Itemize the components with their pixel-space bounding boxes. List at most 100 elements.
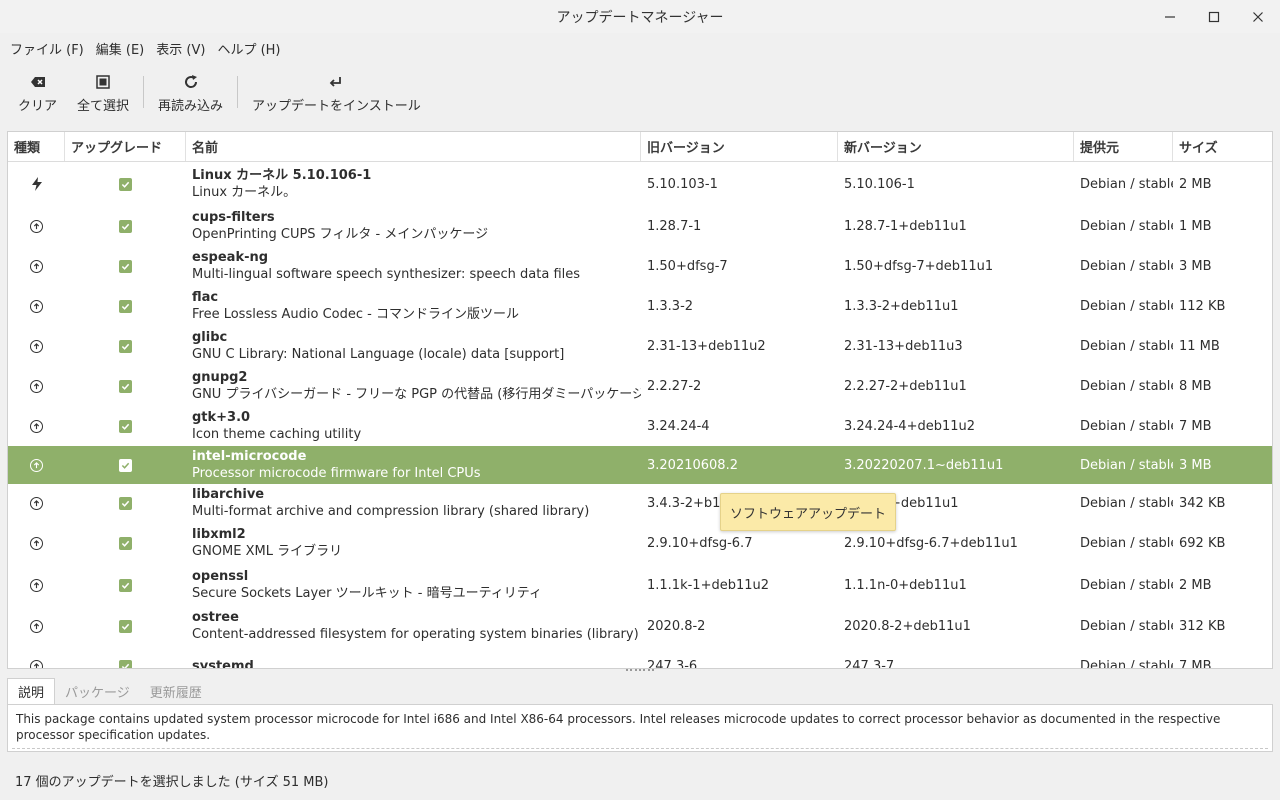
upgrade-icon: [30, 339, 43, 353]
table-row[interactable]: libarchive Multi-format archive and compr…: [8, 484, 1272, 522]
kernel-icon: [31, 177, 42, 191]
name-cell: ostree Content-addressed filesystem for o…: [186, 606, 641, 646]
origin-cell: Debian / stable: [1080, 495, 1173, 511]
package-name: gtk+3.0: [192, 410, 251, 425]
select-all-label: 全て選択: [77, 98, 130, 114]
size-cell: 112 KB: [1179, 298, 1226, 314]
check-icon: [121, 181, 130, 188]
column-type[interactable]: 種類: [8, 132, 65, 161]
toolbar-separator: [143, 76, 145, 108]
package-name: espeak-ng: [192, 250, 269, 265]
package-description: Free Lossless Audio Codec - コマンドライン版ツール: [192, 307, 519, 322]
type-cell: [8, 406, 65, 446]
old-version-cell: 1.1.1k-1+deb11u2: [647, 577, 770, 593]
upgrade-checkbox[interactable]: [119, 578, 132, 592]
name-cell: gnupg2 GNU プライバシーガード - フリーな PGP の代替品 (移行用…: [186, 366, 641, 406]
new-version-cell: 1.50+dfsg-7+deb11u1: [844, 258, 994, 274]
upgrade-checkbox[interactable]: [119, 177, 132, 191]
type-cell: [8, 206, 65, 246]
upgrade-cell: [65, 206, 186, 246]
column-origin[interactable]: 提供元: [1074, 132, 1173, 161]
upgrade-checkbox[interactable]: [119, 419, 132, 433]
divider: [12, 748, 1268, 749]
clear-button[interactable]: クリア: [8, 64, 67, 120]
install-updates-button[interactable]: アップデートをインストール: [242, 64, 431, 120]
upgrade-cell: [65, 446, 186, 484]
size-cell: 1 MB: [1179, 218, 1212, 234]
table-row[interactable]: gnupg2 GNU プライバシーガード - フリーな PGP の代替品 (移行用…: [8, 366, 1272, 406]
tab-description[interactable]: 説明: [7, 678, 56, 704]
title-bar: アップデートマネージャー: [0, 0, 1280, 33]
table-row[interactable]: intel-microcode Processor microcode firmw…: [8, 446, 1272, 484]
menu-view[interactable]: 表示 (V): [150, 39, 211, 58]
size-cell: 2 MB: [1179, 176, 1212, 192]
description-panel: This package contains updated system pro…: [7, 704, 1273, 752]
upgrade-checkbox[interactable]: [119, 536, 132, 550]
column-old-version[interactable]: 旧バージョン: [641, 132, 838, 161]
table-row[interactable]: libxml2 GNOME XML ライブラリ 2.9.10+dfsg-6.7 2.9…: [8, 522, 1272, 564]
upgrade-checkbox[interactable]: [119, 339, 132, 353]
size-cell: 692 KB: [1179, 535, 1226, 551]
tab-packages[interactable]: パッケージ: [55, 678, 140, 704]
select-all-button[interactable]: 全て選択: [67, 64, 139, 120]
window-title: アップデートマネージャー: [556, 9, 724, 26]
description-text: This package contains updated system pro…: [16, 712, 1221, 742]
column-new-version[interactable]: 新バージョン: [838, 132, 1074, 161]
upgrade-checkbox[interactable]: [119, 659, 132, 668]
reload-icon: [183, 71, 199, 93]
check-icon: [121, 383, 130, 390]
table-row[interactable]: ostree Content-addressed filesystem for o…: [8, 606, 1272, 646]
table-row[interactable]: gtk+3.0 Icon theme caching utility 3.24.24…: [8, 406, 1272, 446]
close-icon: [1253, 11, 1263, 22]
size-cell: 3 MB: [1179, 457, 1212, 473]
origin-cell: Debian / stable: [1080, 378, 1173, 394]
menu-file[interactable]: ファイル (F): [4, 39, 90, 58]
maximize-button[interactable]: [1192, 0, 1236, 33]
origin-cell: Debian / stable: [1080, 658, 1173, 669]
upgrade-checkbox[interactable]: [119, 619, 132, 633]
column-size[interactable]: サイズ: [1173, 132, 1272, 161]
column-upgrade[interactable]: アップグレード: [65, 132, 186, 161]
clear-icon: [30, 71, 46, 93]
menu-help[interactable]: ヘルプ (H): [211, 39, 286, 58]
check-icon: [121, 582, 130, 589]
name-cell: flac Free Lossless Audio Codec - コマンドライン版…: [186, 286, 641, 326]
upgrade-icon: [30, 379, 43, 393]
minimize-button[interactable]: [1148, 0, 1192, 33]
select-all-icon: [95, 71, 111, 93]
tooltip: ソフトウェアアップデート: [720, 493, 896, 531]
table-row[interactable]: cups-filters OpenPrinting CUPS フィルタ - メイン…: [8, 206, 1272, 246]
type-cell: [8, 646, 65, 668]
table-row[interactable]: flac Free Lossless Audio Codec - コマンドライン版…: [8, 286, 1272, 326]
package-name: systemd: [192, 658, 254, 669]
table-row[interactable]: openssl Secure Sockets Layer ツールキット - 暗号ユ…: [8, 564, 1272, 606]
upgrade-cell: [65, 606, 186, 646]
name-cell: openssl Secure Sockets Layer ツールキット - 暗号ユ…: [186, 564, 641, 606]
upgrade-checkbox[interactable]: [119, 299, 132, 313]
upgrade-icon: [30, 619, 43, 633]
table-row[interactable]: systemd 247.3-6 247.3-7 Debian / stable 7 MB: [8, 646, 1272, 669]
upgrade-checkbox[interactable]: [119, 219, 132, 233]
upgrade-checkbox[interactable]: [119, 259, 132, 273]
close-button[interactable]: [1236, 0, 1280, 33]
tab-changelog[interactable]: 更新履歴: [140, 678, 212, 704]
upgrade-checkbox[interactable]: [119, 458, 132, 472]
package-name: libxml2: [192, 527, 246, 542]
upgrade-cell: [65, 366, 186, 406]
pane-resize-handle[interactable]: [626, 669, 654, 673]
package-name: openssl: [192, 569, 249, 584]
upgrade-checkbox[interactable]: [119, 496, 132, 510]
column-name[interactable]: 名前: [186, 132, 641, 161]
upgrade-cell: [65, 246, 186, 286]
table-row[interactable]: glibc GNU C Library: National Language (l…: [8, 326, 1272, 366]
type-cell: [8, 606, 65, 646]
menu-edit[interactable]: 編集 (E): [90, 39, 151, 58]
upgrade-checkbox[interactable]: [119, 379, 132, 393]
origin-cell: Debian / stable: [1080, 457, 1173, 473]
new-version-cell: 3.24.24-4+deb11u2: [844, 418, 976, 434]
name-cell: libxml2 GNOME XML ライブラリ: [186, 522, 641, 564]
upgrade-icon: [30, 496, 43, 510]
reload-button[interactable]: 再読み込み: [148, 64, 233, 120]
table-row[interactable]: espeak-ng Multi-lingual software speech s…: [8, 246, 1272, 286]
table-row[interactable]: Linux カーネル 5.10.106-1 Linux カーネル。 5.10.103…: [8, 162, 1272, 206]
